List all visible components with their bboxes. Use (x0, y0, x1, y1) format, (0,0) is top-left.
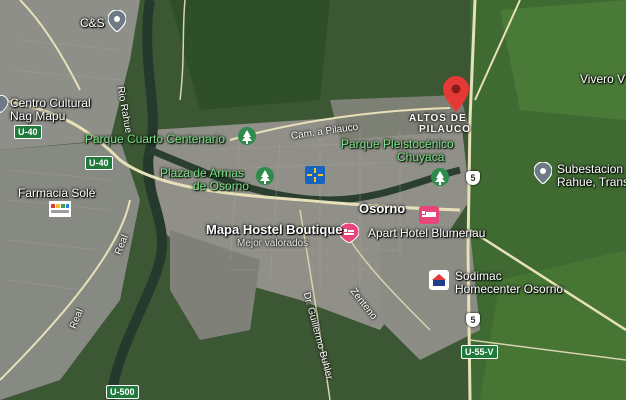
satellite-map[interactable]: U-40 U-40 U-55-V U-500 5 5 C&S Centro Cu… (0, 0, 626, 400)
place-label-altos-de-pilauco[interactable]: ALTOS DE (409, 113, 467, 124)
place-pin-gray-icon[interactable] (108, 10, 126, 32)
park-label-cuarto-centenario[interactable]: Parque Cuarto Centenario (85, 133, 225, 146)
place-label-farmacia[interactable]: Farmacia Solé (18, 187, 95, 200)
route-shield-5: 5 (466, 313, 480, 327)
route-shield-u40: U-40 (85, 156, 113, 170)
place-label-altos-de-pilauco[interactable]: PILAUCO (419, 124, 471, 135)
place-pin-gray-icon[interactable] (0, 94, 8, 114)
place-label-subestacion[interactable]: Rahue, Trans (557, 176, 626, 189)
hotel-label-mapa-hostel[interactable]: Mapa Hostel Boutique (206, 223, 343, 236)
park-tree-icon[interactable] (431, 168, 449, 188)
park-tree-icon[interactable] (256, 167, 274, 187)
park-label-plaza-de-armas[interactable]: de Osorno (193, 180, 249, 193)
place-pin-gray-icon[interactable] (534, 162, 552, 184)
pharmacy-logo-icon[interactable] (49, 201, 71, 217)
hotel-bed-icon[interactable] (419, 206, 439, 224)
sodimac-logo-icon[interactable] (429, 270, 449, 290)
city-label-osorno[interactable]: Osorno (359, 202, 405, 215)
place-label-vivero[interactable]: Vivero V (580, 73, 625, 86)
route-shield-u40: U-40 (14, 125, 42, 139)
route-shield-u500: U-500 (106, 385, 139, 399)
store-label-sodimac[interactable]: Homecenter Osorno (455, 283, 563, 296)
place-label-cs[interactable]: C&S (80, 17, 105, 30)
hotel-label-apart-blumenau[interactable]: Apart Hotel Blumenau (368, 227, 485, 240)
place-label-centro-cultural[interactable]: Nag Mapu (10, 110, 65, 123)
hotel-sublabel-mejor-valorados: Mejor valorados (237, 238, 309, 249)
walmart-store-icon[interactable] (305, 166, 325, 184)
route-shield-5: 5 (466, 171, 480, 185)
map-pin-red-icon[interactable] (443, 76, 469, 112)
park-tree-icon[interactable] (238, 127, 256, 147)
route-shield-u55v: U-55-V (461, 345, 498, 359)
park-label-pleistocenico[interactable]: Chuyaca (397, 151, 444, 164)
